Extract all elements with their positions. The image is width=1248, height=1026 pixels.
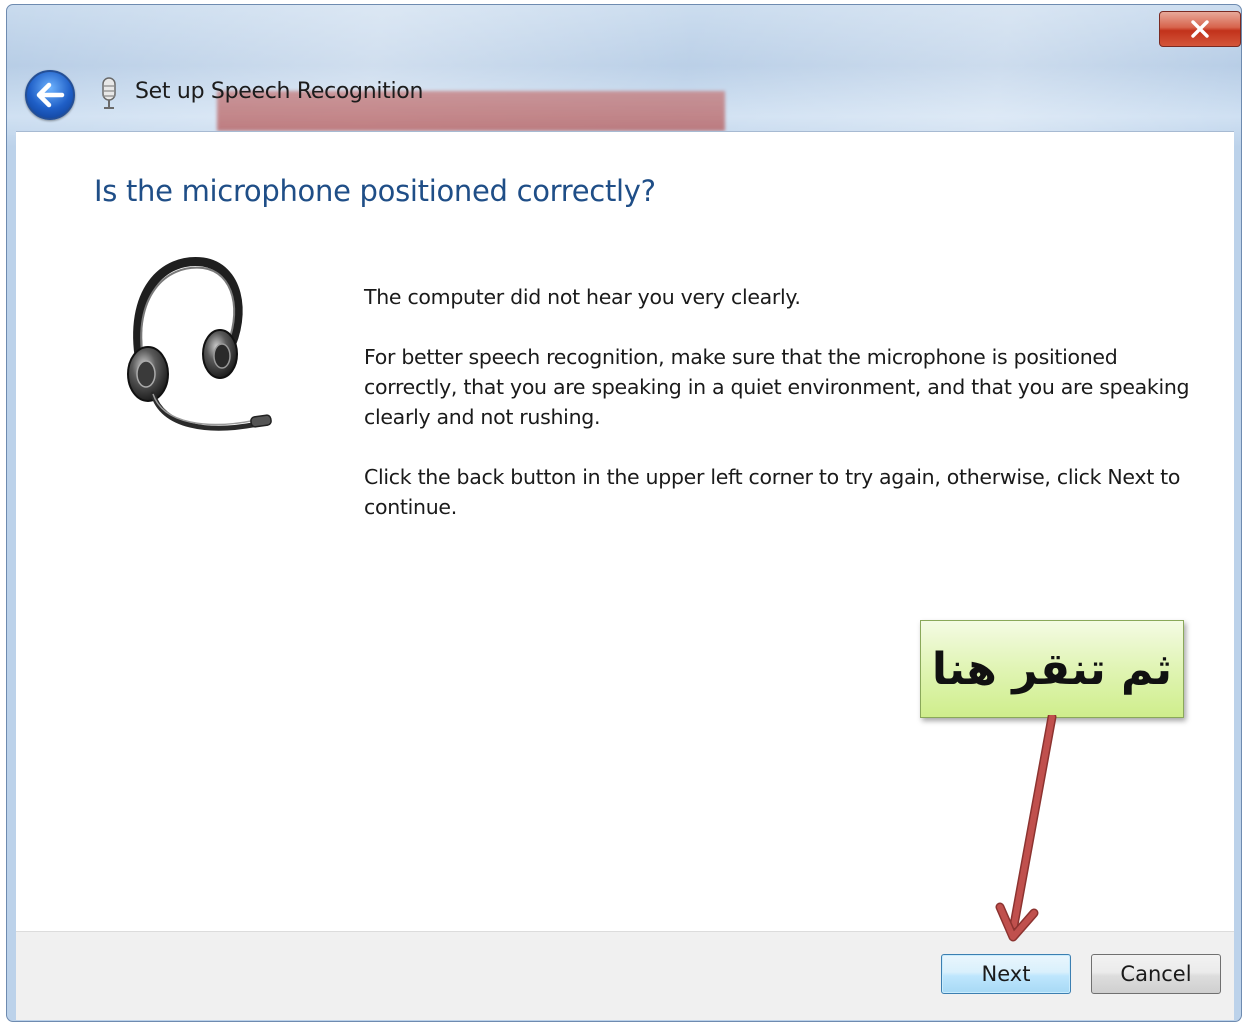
microphone-icon (102, 77, 116, 109)
page-heading: Is the microphone positioned correctly? (94, 174, 656, 208)
cancel-button-label: Cancel (1120, 962, 1192, 986)
close-icon (1191, 20, 1209, 38)
annotation-arrow-icon (995, 715, 1057, 942)
next-button[interactable]: Next (941, 954, 1071, 994)
instructions-text: The computer did not hear you very clear… (364, 282, 1204, 552)
paragraph-3: Click the back button in the upper left … (364, 465, 1181, 519)
cancel-button[interactable]: Cancel (1091, 954, 1221, 994)
paragraph-2: For better speech recognition, make sure… (364, 345, 1190, 429)
back-button[interactable] (25, 70, 75, 120)
next-button-label: Next (981, 962, 1031, 986)
window-title: Set up Speech Recognition (135, 79, 424, 104)
close-button[interactable] (1159, 11, 1241, 47)
back-arrow-icon (36, 82, 65, 108)
annotation-callout: ثم تنقر هنا (920, 620, 1184, 718)
paragraph-1: The computer did not hear you very clear… (364, 285, 801, 309)
headset-icon (127, 257, 272, 431)
